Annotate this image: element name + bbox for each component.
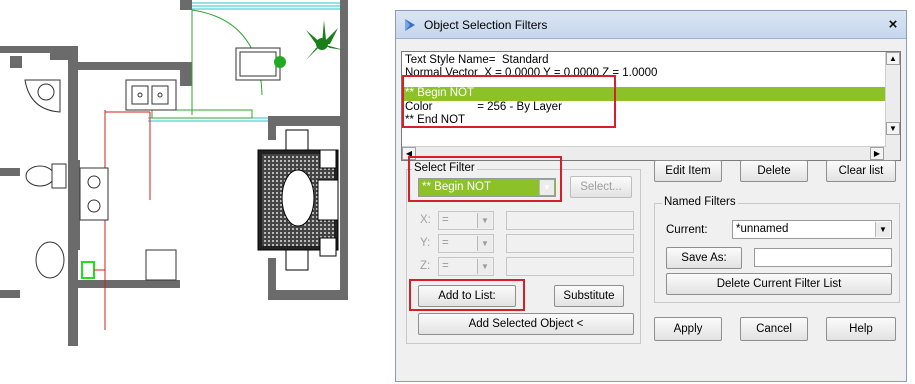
current-filter-combo[interactable]: *unnamed ▼ bbox=[732, 220, 892, 239]
cancel-button[interactable]: Cancel bbox=[740, 317, 808, 341]
edit-item-button[interactable]: Edit Item bbox=[654, 160, 722, 182]
y-operator-value: = bbox=[442, 237, 449, 249]
x-label: X: bbox=[420, 214, 431, 226]
save-as-field[interactable] bbox=[754, 248, 892, 267]
select-button[interactable]: Select... bbox=[570, 176, 632, 198]
current-filter-value: *unnamed bbox=[736, 223, 789, 235]
chevron-down-icon[interactable]: ▼ bbox=[477, 213, 492, 228]
substitute-button[interactable]: Substitute bbox=[554, 285, 624, 307]
highlight-box-add-to-list bbox=[409, 279, 525, 311]
x-operator-combo[interactable]: = ▼ bbox=[438, 211, 494, 230]
scroll-down-icon[interactable]: ▼ bbox=[886, 122, 900, 135]
toilet-icon bbox=[24, 79, 67, 279]
x-value-field[interactable] bbox=[506, 211, 634, 230]
z-value-field[interactable] bbox=[506, 257, 634, 276]
chevron-down-icon[interactable]: ▼ bbox=[539, 180, 554, 195]
clear-list-button[interactable]: Clear list bbox=[826, 160, 896, 182]
sink-icon bbox=[125, 79, 177, 111]
door-arcs bbox=[81, 9, 263, 279]
delete-current-filter-list-button[interactable]: Delete Current Filter List bbox=[666, 273, 892, 295]
chevron-down-icon[interactable]: ▼ bbox=[477, 236, 492, 251]
x-operator-value: = bbox=[442, 214, 449, 226]
counter bbox=[145, 249, 177, 281]
apply-button[interactable]: Apply bbox=[654, 317, 722, 341]
dining-table-icon bbox=[257, 129, 339, 271]
chevron-down-icon[interactable]: ▼ bbox=[477, 259, 492, 274]
list-item[interactable]: Text Style Name= Standard bbox=[405, 54, 549, 67]
cad-floor-plan bbox=[0, 0, 348, 346]
scroll-right-icon[interactable]: ▶ bbox=[870, 147, 884, 160]
plant-icon bbox=[306, 20, 344, 60]
highlight-box-list bbox=[402, 75, 616, 128]
filter-type-value: ** Begin NOT bbox=[422, 181, 492, 193]
close-button[interactable]: × bbox=[884, 16, 902, 34]
save-as-button[interactable]: Save As: bbox=[666, 247, 742, 269]
z-label: Z: bbox=[420, 260, 431, 272]
title-bar: Object Selection Filters × bbox=[396, 11, 906, 39]
vertical-scrollbar[interactable]: ▲ ▼ bbox=[885, 52, 900, 160]
y-value-field[interactable] bbox=[506, 234, 634, 253]
z-operator-value: = bbox=[442, 260, 449, 272]
chevron-down-icon[interactable]: ▼ bbox=[875, 222, 890, 237]
add-selected-object-button[interactable]: Add Selected Object < bbox=[418, 313, 634, 335]
named-filters-label: Named Filters bbox=[662, 196, 738, 208]
y-label: Y: bbox=[420, 237, 431, 249]
small-plant bbox=[274, 56, 286, 68]
current-label: Current: bbox=[666, 224, 708, 236]
z-operator-combo[interactable]: = ▼ bbox=[438, 257, 494, 276]
delete-button[interactable]: Delete bbox=[740, 160, 808, 182]
help-button[interactable]: Help bbox=[826, 317, 896, 341]
filter-type-combo[interactable]: ** Begin NOT ▼ bbox=[418, 178, 556, 197]
dialog-title: Object Selection Filters bbox=[424, 18, 548, 32]
autocad-app-icon bbox=[405, 19, 415, 31]
y-operator-combo[interactable]: = ▼ bbox=[438, 234, 494, 253]
object-selection-filters-dialog: Object Selection Filters × Text Style Na… bbox=[395, 10, 907, 382]
furniture-box bbox=[235, 47, 281, 81]
scroll-up-icon[interactable]: ▲ bbox=[886, 52, 900, 65]
stove-icon bbox=[79, 167, 109, 221]
